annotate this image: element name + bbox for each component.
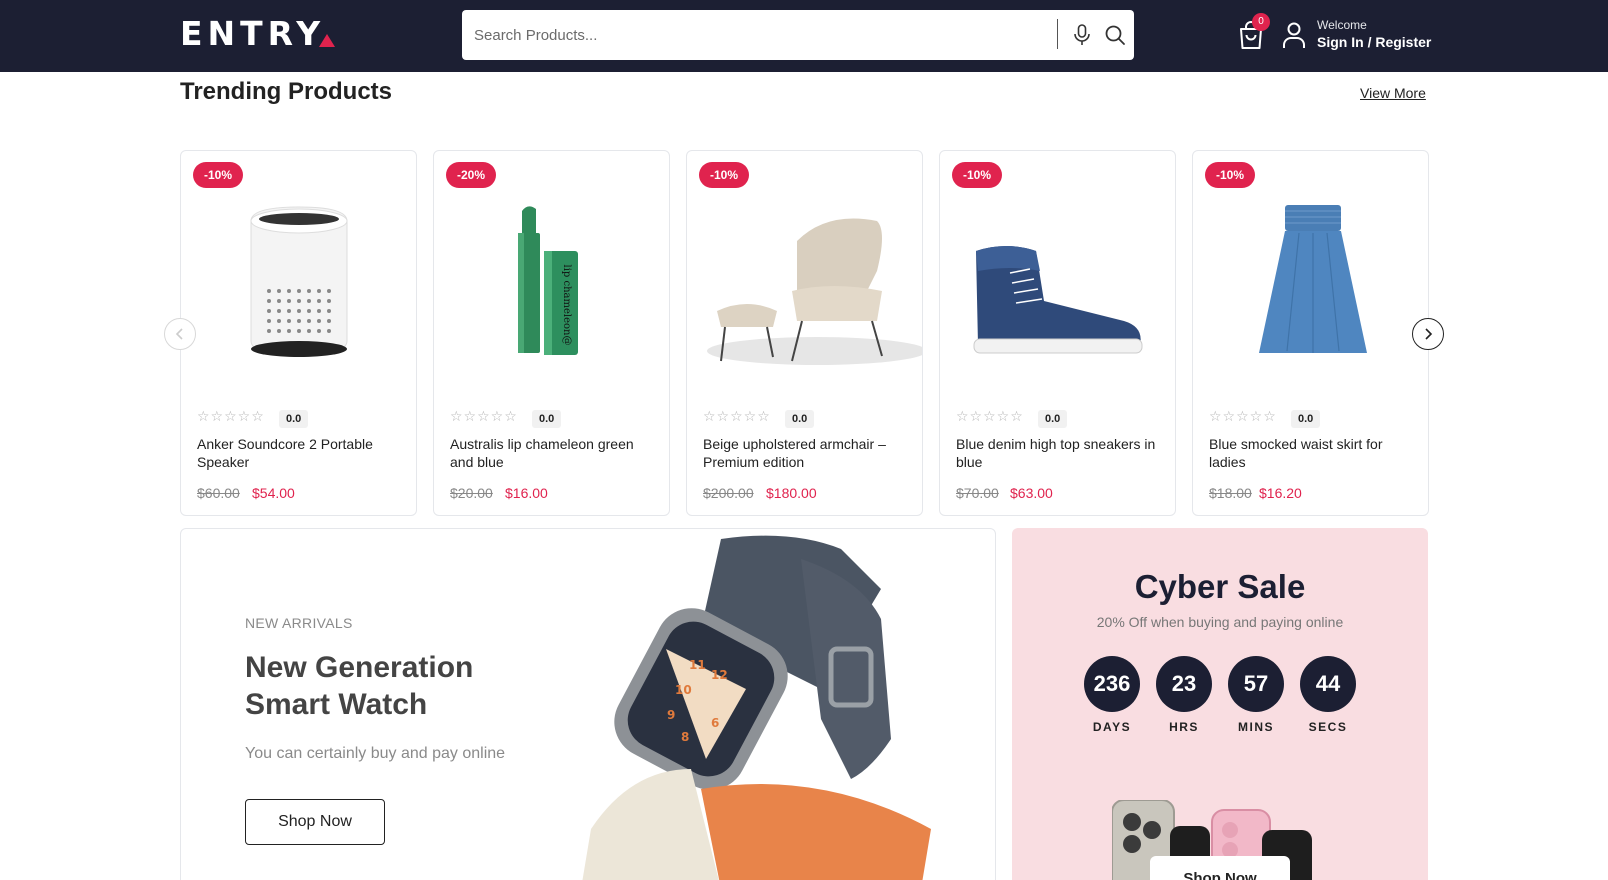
logo-text: ENTRY <box>180 14 326 53</box>
sign-in-link[interactable]: Sign In <box>1317 34 1364 50</box>
product-image-armchair[interactable] <box>687 181 923 371</box>
rating-value: 0.0 <box>1038 410 1068 428</box>
section-title: Trending Products <box>180 78 393 105</box>
product-card[interactable]: -20% lip chameleon@ ☆☆☆☆☆ 0.0 Australis … <box>433 150 670 516</box>
user-icon[interactable] <box>1282 21 1306 49</box>
carousel-prev-button[interactable] <box>164 318 196 350</box>
view-more-link[interactable]: View More <box>1360 85 1426 101</box>
register-link[interactable]: Register <box>1375 34 1431 50</box>
svg-text:12: 12 <box>711 668 728 682</box>
rating-stars: ☆☆☆☆☆ <box>450 409 518 425</box>
countdown-days: 236 DAYS <box>1084 656 1140 734</box>
search-input[interactable] <box>474 10 1054 60</box>
sale-price: $180.00 <box>766 485 817 501</box>
rating-value: 0.0 <box>532 410 562 428</box>
cyber-shop-now-button[interactable]: Shop Now <box>1150 856 1290 880</box>
product-image-skirt[interactable] <box>1193 181 1429 371</box>
cyber-sale-title: Cyber Sale <box>1134 568 1306 605</box>
rating-value: 0.0 <box>785 410 815 428</box>
rating-stars: ☆☆☆☆☆ <box>1209 409 1277 425</box>
sale-price: $63.00 <box>1010 485 1053 501</box>
svg-text:10: 10 <box>675 683 692 697</box>
product-card[interactable]: -10% ☆☆☆☆☆ 0.0 Blue denim high top sneak… <box>939 150 1176 516</box>
sale-price: $16.20 <box>1259 485 1302 501</box>
countdown-value: 236 <box>1084 656 1140 712</box>
old-price: $70.00 <box>956 485 999 501</box>
old-price: $200.00 <box>703 485 754 501</box>
product-card[interactable]: -10% ☆☆☆☆☆ 0.0 Blue smocked waist skirt … <box>1192 150 1429 516</box>
rating-value: 0.0 <box>279 410 309 428</box>
product-name[interactable]: Beige upholstered armchair – Premium edi… <box>703 435 908 471</box>
svg-text:11: 11 <box>689 658 706 672</box>
logo-triangle-icon <box>319 33 336 47</box>
product-image-lipstick[interactable]: lip chameleon@ <box>434 181 670 371</box>
rating-value: 0.0 <box>1291 410 1321 428</box>
countdown-label: SECS <box>1308 720 1348 734</box>
cyber-sale-subtitle: 20% Off when buying and paying online <box>1096 614 1344 630</box>
svg-text:6: 6 <box>711 716 719 730</box>
rating-stars: ☆☆☆☆☆ <box>703 409 771 425</box>
rating-stars: ☆☆☆☆☆ <box>197 409 265 425</box>
microphone-icon[interactable] <box>1072 24 1092 46</box>
carousel-next-button[interactable] <box>1412 318 1444 350</box>
svg-text:lip chameleon@: lip chameleon@ <box>561 265 572 346</box>
product-image-sneaker[interactable] <box>940 181 1176 371</box>
top-header: ENTRY 0 Welcome Sign In / Register <box>0 0 1608 72</box>
svg-text:8: 8 <box>681 730 689 744</box>
product-name[interactable]: Australis lip chameleon green and blue <box>450 435 655 471</box>
chevron-left-icon <box>175 328 183 340</box>
product-name[interactable]: Blue denim high top sneakers in blue <box>956 435 1161 471</box>
auth-links: Sign In / Register <box>1317 34 1431 50</box>
banner-title: New Generation Smart Watch <box>245 651 474 721</box>
rating-stars: ☆☆☆☆☆ <box>956 409 1024 425</box>
site-logo[interactable]: ENTRY <box>180 14 336 53</box>
old-price: $18.00 <box>1209 485 1252 501</box>
welcome-text: Welcome <box>1317 18 1367 32</box>
search-icon[interactable] <box>1104 24 1126 46</box>
promo-banner: NEW ARRIVALS New Generation Smart Watch … <box>180 528 996 880</box>
auth-separator: / <box>1367 34 1372 50</box>
search-divider <box>1057 19 1058 49</box>
countdown-label: MINS <box>1238 720 1274 734</box>
banner-subtitle: You can certainly buy and pay online <box>245 745 506 762</box>
countdown-hours: 23 HRS <box>1156 656 1212 734</box>
smart-watch-image: 11 12 109 8 6 <box>582 535 931 880</box>
old-price: $20.00 <box>450 485 493 501</box>
countdown-value: 44 <box>1300 656 1356 712</box>
countdown-seconds: 44 SECS <box>1300 656 1356 734</box>
product-name[interactable]: Anker Soundcore 2 Portable Speaker <box>197 435 402 471</box>
product-image-air-purifier[interactable] <box>181 181 417 371</box>
sale-price: $16.00 <box>505 485 548 501</box>
cart-count-badge: 0 <box>1252 13 1270 31</box>
product-card[interactable]: -10% ☆☆☆☆☆ 0.0 Anker Soundcore 2 Portabl… <box>180 150 417 516</box>
cyber-sale-panel: Cyber Sale 20% Off when buying and payin… <box>1012 528 1428 880</box>
countdown-label: DAYS <box>1092 720 1132 734</box>
shop-now-button[interactable]: Shop Now <box>245 799 385 845</box>
old-price: $60.00 <box>197 485 240 501</box>
search-bar <box>462 10 1134 60</box>
chevron-right-icon <box>1425 328 1433 340</box>
countdown-value: 57 <box>1228 656 1284 712</box>
countdown-value: 23 <box>1156 656 1212 712</box>
countdown-minutes: 57 MINS <box>1228 656 1284 734</box>
product-card[interactable]: -10% ☆☆☆☆☆ 0.0 Beige upholstered armchai… <box>686 150 923 516</box>
product-name[interactable]: Blue smocked waist skirt for ladies <box>1209 435 1414 471</box>
countdown-label: HRS <box>1169 720 1199 734</box>
sale-price: $54.00 <box>252 485 295 501</box>
svg-text:9: 9 <box>667 708 675 722</box>
banner-eyebrow: NEW ARRIVALS <box>245 615 353 631</box>
